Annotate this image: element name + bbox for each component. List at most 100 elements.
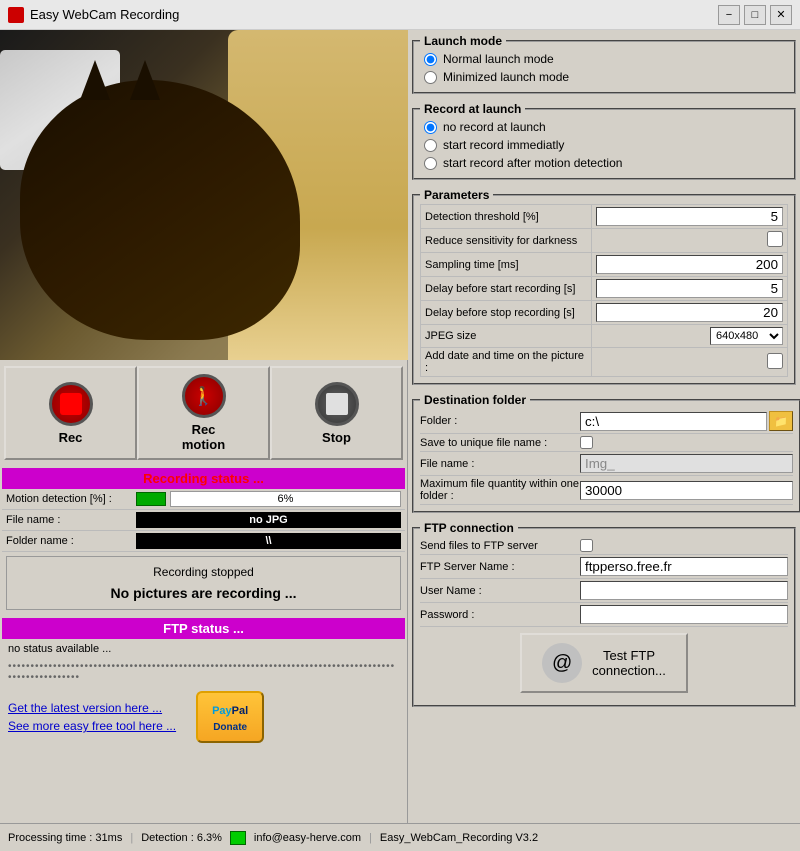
file-name-input-row: File name : (420, 452, 793, 476)
param-label-jpeg: JPEG size (421, 325, 592, 348)
close-button[interactable]: ✕ (770, 5, 792, 25)
launch-mode-title: Launch mode (420, 34, 506, 48)
send-ftp-checkbox[interactable] (580, 539, 593, 552)
minimized-launch-label: Minimized launch mode (443, 70, 569, 84)
file-name-input-label: File name : (420, 458, 580, 470)
ftp-status-section: FTP status ... no status available ... •… (0, 616, 407, 687)
file-name-row: File name : no JPG (2, 510, 405, 531)
rec-inner-shape (60, 393, 82, 415)
ftp-server-row: FTP Server Name : (420, 555, 788, 579)
no-record-row: no record at launch (420, 118, 788, 136)
destination-folder-title: Destination folder (420, 393, 530, 407)
folder-input[interactable] (580, 412, 767, 431)
param-label-threshold: Detection threshold [%] (421, 205, 592, 229)
datetime-checkbox[interactable] (767, 353, 783, 369)
processing-time: Processing time : 31ms (8, 832, 122, 844)
send-ftp-label: Send files to FTP server (420, 540, 580, 552)
ftp-username-label: User Name : (420, 585, 580, 597)
motion-bar (136, 492, 166, 506)
rec-label: Rec (59, 430, 83, 445)
ftp-password-input[interactable] (580, 605, 788, 624)
links-column: Get the latest version here ... See more… (8, 701, 176, 733)
folder-icon: 📁 (774, 415, 788, 428)
rec-motion-button[interactable]: 🚶 Recmotion (137, 366, 270, 460)
test-ftp-label: Test FTPconnection... (592, 648, 666, 678)
max-files-input[interactable] (580, 481, 793, 500)
unique-file-checkbox[interactable] (580, 436, 593, 449)
delay-start-input[interactable] (596, 279, 783, 298)
param-row-sampling: Sampling time [ms] (421, 253, 788, 277)
param-label-delay-start: Delay before start recording [s] (421, 277, 592, 301)
cat-ear-right (130, 60, 160, 100)
record-at-launch-group: Record at launch no record at launch sta… (412, 102, 796, 180)
unique-file-label: Save to unique file name : (420, 437, 580, 449)
param-value-threshold (592, 205, 788, 229)
jpeg-size-select[interactable]: 640x480 320x240 1280x720 (710, 327, 783, 345)
folder-name-row: Folder name : \\ (2, 531, 405, 552)
latest-version-link[interactable]: Get the latest version here ... (8, 701, 176, 715)
minimize-button[interactable]: − (718, 5, 740, 25)
no-record-radio[interactable] (424, 121, 437, 134)
folder-browse-button[interactable]: 📁 (769, 411, 793, 431)
cat-ear-left (80, 60, 110, 100)
file-name-value: no JPG (136, 512, 401, 528)
normal-launch-radio[interactable] (424, 53, 437, 66)
recording-stopped-title: Recording stopped (15, 565, 392, 579)
normal-launch-label: Normal launch mode (443, 52, 554, 66)
motion-icon: 🚶 (182, 374, 226, 418)
controls-row: Rec 🚶 Recmotion Stop (0, 360, 407, 466)
ftp-username-input[interactable] (580, 581, 788, 600)
folder-name-label: Folder name : (6, 535, 136, 547)
file-name-input[interactable] (580, 454, 793, 473)
record-at-launch-title: Record at launch (420, 102, 525, 116)
app-icon (8, 7, 24, 23)
start-record-radio[interactable] (424, 139, 437, 152)
file-name-label: File name : (6, 514, 136, 526)
folder-label: Folder : (420, 415, 580, 427)
email-address: info@easy-herve.com (254, 832, 361, 844)
parameters-group: Parameters Detection threshold [%] Reduc… (412, 188, 796, 385)
right-panel: Launch mode Normal launch mode Minimized… (408, 30, 800, 823)
param-value-sampling (592, 253, 788, 277)
sampling-input[interactable] (596, 255, 783, 274)
rec-button[interactable]: Rec (4, 366, 137, 460)
maximize-button[interactable]: □ (744, 5, 766, 25)
param-row-threshold: Detection threshold [%] (421, 205, 788, 229)
max-files-row: Maximum file quantity within one folder … (420, 476, 793, 505)
ftp-server-label: FTP Server Name : (420, 561, 580, 573)
delay-stop-input[interactable] (596, 303, 783, 322)
webcam-image (0, 30, 408, 360)
recording-status-header: Recording status ... (2, 468, 405, 489)
paypal-donate-button[interactable]: PayPal Donate (196, 691, 264, 743)
param-label-datetime: Add date and time on the picture : (421, 348, 592, 377)
app-title: Easy WebCam Recording (30, 7, 718, 22)
param-row-jpeg: JPEG size 640x480 320x240 1280x720 (421, 325, 788, 348)
stop-button[interactable]: Stop (270, 366, 403, 460)
test-ftp-button[interactable]: @ Test FTPconnection... (520, 633, 688, 693)
start-record-motion-radio[interactable] (424, 157, 437, 170)
minimized-launch-radio[interactable] (424, 71, 437, 84)
ftp-status-header: FTP status ... (2, 618, 405, 639)
status-bar: Processing time : 31ms | Detection : 6.3… (0, 823, 800, 851)
darkness-checkbox[interactable] (767, 231, 783, 247)
no-record-label: no record at launch (443, 120, 546, 134)
ftp-server-input[interactable] (580, 557, 788, 576)
bottom-links: Get the latest version here ... See more… (0, 687, 407, 747)
param-value-jpeg: 640x480 320x240 1280x720 (592, 325, 788, 348)
folder-path-row: Folder : 📁 (420, 409, 793, 434)
param-label-sampling: Sampling time [ms] (421, 253, 592, 277)
param-value-delay-stop (592, 301, 788, 325)
max-files-label: Maximum file quantity within one folder … (420, 478, 580, 502)
param-value-darkness (592, 229, 788, 253)
threshold-input[interactable] (596, 207, 783, 226)
ftp-connection-title: FTP connection (420, 521, 518, 535)
send-ftp-row: Send files to FTP server (420, 537, 788, 555)
more-tools-link[interactable]: See more easy free tool here ... (8, 719, 176, 733)
recording-stopped-text: No pictures are recording ... (15, 585, 392, 601)
motion-detection-row: Motion detection [%] : 6% (2, 489, 405, 510)
rec-motion-label: Recmotion (182, 422, 225, 452)
ftp-dots: ••••••••••••••••••••••••••••••••••••••••… (2, 659, 405, 685)
detection-value: Detection : 6.3% (141, 832, 222, 844)
person-icon: 🚶 (192, 386, 214, 407)
param-row-datetime: Add date and time on the picture : (421, 348, 788, 377)
